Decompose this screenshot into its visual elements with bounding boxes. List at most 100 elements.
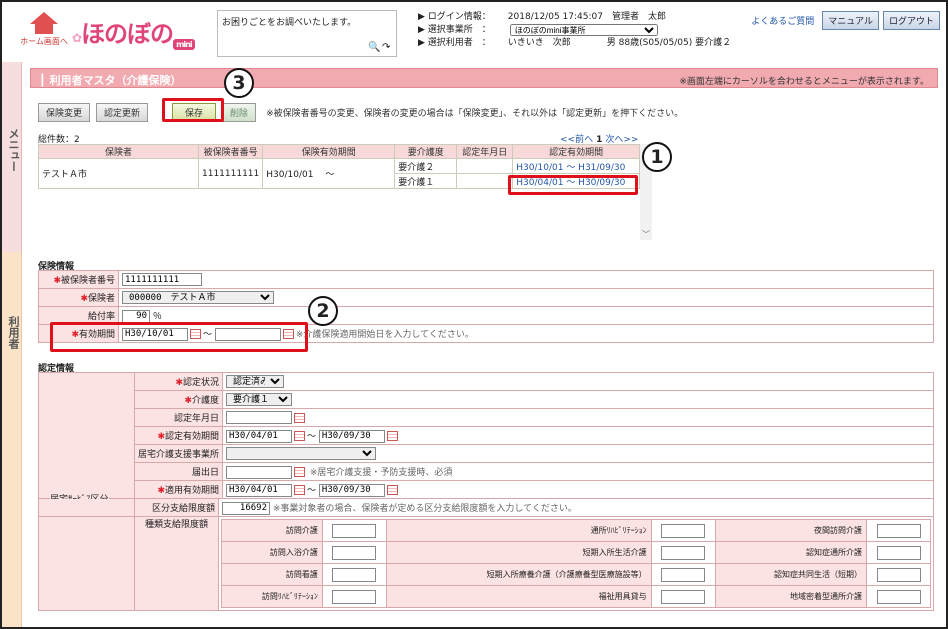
scroll-down-icon[interactable]: ﹀	[642, 229, 650, 240]
top-links: よくあるご質問 マニュアル ログアウト	[751, 11, 940, 30]
table-header-row: 保険者 被保険者番号 保険有効期間 要介護度 認定年月日 認定有効期間	[38, 144, 640, 159]
service-label: 認知症通所介護	[714, 541, 868, 564]
header: ホーム画面へ ✿ほのぼの mini お困りごとをお調べいたします。 🔍 ↷ ▶ ロ…	[2, 2, 946, 62]
office-label: 選択事業所 ：	[427, 25, 491, 35]
certification-date-input[interactable]	[226, 411, 293, 424]
title-note: ※画面左端にカーソルを合わせるとメニューが表示されます。	[679, 77, 929, 87]
insured-number-input[interactable]	[122, 273, 202, 286]
table-row[interactable]: テストＡ市 1111111111 H30/10/01 〜 要介護２ H30/10…	[38, 158, 640, 189]
service-label: 訪問ﾘﾊﾋﾞﾘﾃｰｼｮﾝ	[221, 585, 323, 608]
required-mark: ✱	[184, 396, 192, 406]
notify-hint: ※居宅介護支援・予防支援時、必須	[309, 467, 453, 478]
calendar-icon[interactable]	[386, 485, 398, 495]
apply-to-input[interactable]	[318, 483, 385, 497]
service-limit-input[interactable]	[332, 567, 377, 582]
cell-level: 要介護１	[394, 173, 458, 189]
sidebar-menu[interactable]: メニュー	[2, 62, 22, 252]
home-button[interactable]: ホーム画面へ	[20, 12, 68, 52]
faq-link[interactable]: よくあるご質問	[751, 14, 814, 27]
service-value-cell	[321, 585, 387, 608]
notify-label: 届出日	[192, 468, 220, 478]
support-office-select[interactable]	[226, 447, 377, 460]
renew-certification-button[interactable]: 認定更新	[96, 103, 149, 122]
support-label: 居宅介護支援事業所	[138, 450, 220, 460]
calendar-icon[interactable]	[294, 431, 306, 441]
logo: ✿ほのぼの mini	[72, 14, 212, 50]
cell-date	[456, 158, 514, 174]
service-value-cell	[866, 541, 931, 564]
service-limit-grid: 訪問介護 通所ﾘﾊﾋﾞﾘﾃｰｼｮﾝ 夜間訪問介護 訪問入浴介護 短期入所生活介護 認知症通…	[221, 519, 931, 608]
service-limit-input[interactable]	[661, 545, 706, 560]
redo-arrow-icon[interactable]: ↷	[382, 42, 390, 53]
callout-3: 3	[224, 68, 254, 98]
calendar-icon[interactable]	[386, 431, 398, 441]
sidebar-user[interactable]: 利用者	[2, 252, 22, 627]
limit-label: 区分支給限度額	[151, 504, 215, 514]
service-limit-input[interactable]	[332, 589, 377, 604]
required-mark: ✱	[175, 378, 183, 388]
level-select[interactable]: 要介護１	[226, 393, 293, 406]
period-hint: ※介護保険適用開始日を入力してください。	[295, 329, 474, 340]
insurer-select[interactable]: 000000 テストＡ市	[122, 291, 274, 304]
service-value-cell	[321, 519, 387, 542]
service-limit-input[interactable]	[332, 523, 377, 538]
search-icon[interactable]: 🔍	[368, 42, 380, 53]
notify-date-input[interactable]	[226, 465, 293, 479]
service-limit-input[interactable]	[661, 523, 706, 538]
group-blank	[38, 372, 135, 499]
sidebar-menu-label: メニュー	[7, 128, 20, 172]
cell-insurer: テストＡ市	[38, 158, 199, 189]
manual-button[interactable]: マニュアル	[822, 11, 879, 30]
service-row: 訪問看護 短期入所療養介護（介護療養型医療施設等） 認知症共同生活（短期）	[221, 563, 931, 586]
service-limit-input[interactable]	[661, 589, 706, 604]
logout-button[interactable]: ログアウト	[882, 11, 940, 30]
apply-label: 適用有効期間	[165, 486, 220, 496]
calendar-icon[interactable]	[294, 467, 306, 477]
office-select[interactable]: ほのぼのmini事業所	[509, 24, 658, 36]
validity-to-input[interactable]	[318, 429, 385, 443]
app-window: ホーム画面へ ✿ほのぼの mini お困りごとをお調べいたします。 🔍 ↷ ▶ ロ…	[0, 0, 948, 629]
date-label: 認定年月日	[174, 414, 220, 424]
insurer-label: 保険者	[87, 294, 115, 304]
validity-from-input[interactable]	[226, 429, 293, 443]
status-select[interactable]: 認定済み	[226, 375, 285, 388]
delete-button[interactable]: 削除	[222, 103, 257, 122]
service-limit-input[interactable]	[876, 523, 921, 538]
service-limit-input[interactable]	[876, 545, 921, 560]
help-search-box[interactable]: お困りごとをお調べいたします。 🔍 ↷	[217, 10, 397, 57]
required-mark: ✱	[157, 432, 165, 442]
calendar-icon[interactable]	[294, 485, 306, 495]
logo-mark-icon: ✿	[72, 31, 82, 45]
page-title-bar: ┃ 利用者マスタ（介護保険） ※画面左端にカーソルを合わせるとメニューが表示されま…	[30, 68, 938, 88]
apply-from-input[interactable]	[226, 483, 293, 497]
certification-form: ✱認定状況認定済み ✱介護度要介護１ 認定年月日 ✱認定有効期間〜 居宅介護支援…	[38, 372, 934, 499]
calendar-icon[interactable]	[294, 412, 306, 423]
col-number: 被保険者番号	[197, 144, 264, 159]
action-buttons: 保険変更 認定更新 保存 削除 ※被保険者番号の変更、保険者の変更の場合は「保険…	[38, 103, 683, 122]
service-row: 訪問介護 通所ﾘﾊﾋﾞﾘﾃｰｼｮﾝ 夜間訪問介護	[221, 519, 931, 542]
service-value-cell	[321, 541, 387, 564]
home-label: ホーム画面へ	[20, 37, 68, 46]
insurance-change-button[interactable]: 保険変更	[38, 103, 91, 122]
service-label: 訪問入浴介護	[221, 541, 323, 564]
page-title: 利用者マスタ（介護保険）	[49, 74, 182, 87]
service-value-cell	[866, 519, 931, 542]
service-label: 認知症共同生活（短期）	[714, 563, 868, 586]
service-limit-input[interactable]	[661, 567, 706, 582]
service-value-cell	[866, 585, 931, 608]
service-label: 短期入所療養介護（介護療養型医療施設等）	[385, 563, 652, 586]
logo-text: ほのぼの	[81, 20, 174, 48]
cell-level: 要介護２	[394, 158, 458, 174]
kind-label: 種類支給限度額	[145, 520, 209, 530]
required-mark: ✱	[53, 276, 61, 286]
validity-link[interactable]: H30/10/01 〜 H31/09/30	[516, 163, 625, 173]
service-limit-input[interactable]	[876, 567, 921, 582]
service-value-cell	[650, 519, 716, 542]
login-value: 2018/12/05 17:45:07 管理者 太郎	[507, 12, 666, 22]
col-validity: 認定有効期間	[512, 144, 640, 159]
service-limit-input[interactable]	[332, 545, 377, 560]
limit-input[interactable]	[222, 501, 270, 515]
rate-input[interactable]	[122, 309, 150, 323]
rate-unit: ％	[152, 311, 162, 322]
service-limit-input[interactable]	[876, 589, 921, 604]
